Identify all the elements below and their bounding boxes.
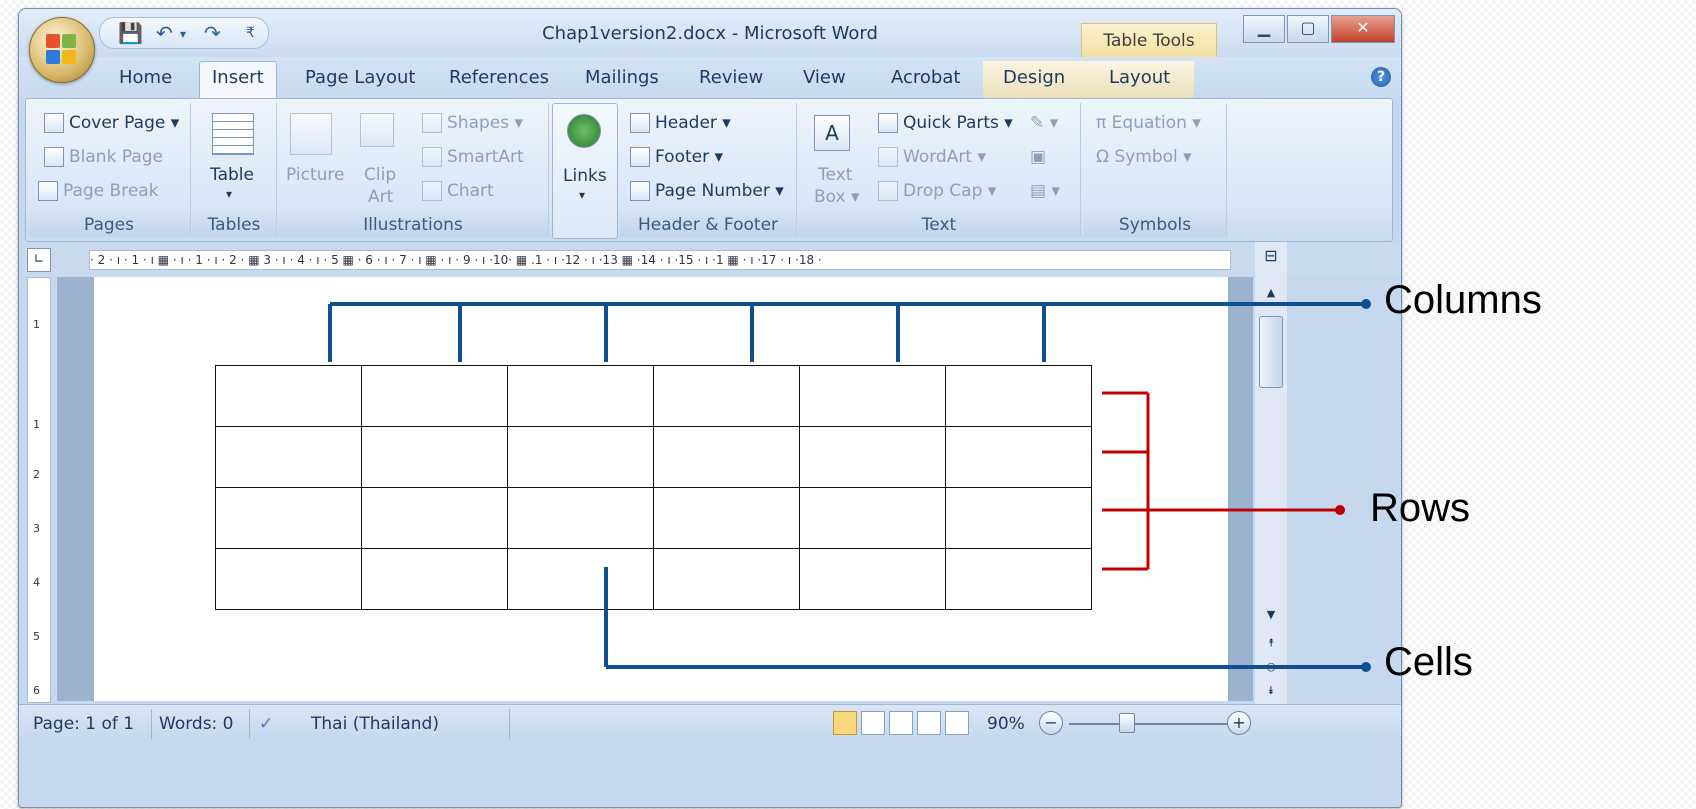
- cells-dot: [1361, 662, 1371, 672]
- rows-dot: [1335, 505, 1345, 515]
- columns-dot: [1361, 299, 1371, 309]
- columns-bracket: [328, 302, 1366, 362]
- annotation-overlay: [328, 299, 1371, 672]
- rows-bracket: [1102, 391, 1340, 571]
- office-button[interactable]: [29, 17, 95, 83]
- cells-pointer: [604, 567, 1366, 669]
- rows-label: Rows: [1370, 486, 1471, 530]
- columns-label: Columns: [1384, 278, 1542, 322]
- office-logo-icon: [46, 34, 78, 66]
- cells-label: Cells: [1384, 640, 1473, 684]
